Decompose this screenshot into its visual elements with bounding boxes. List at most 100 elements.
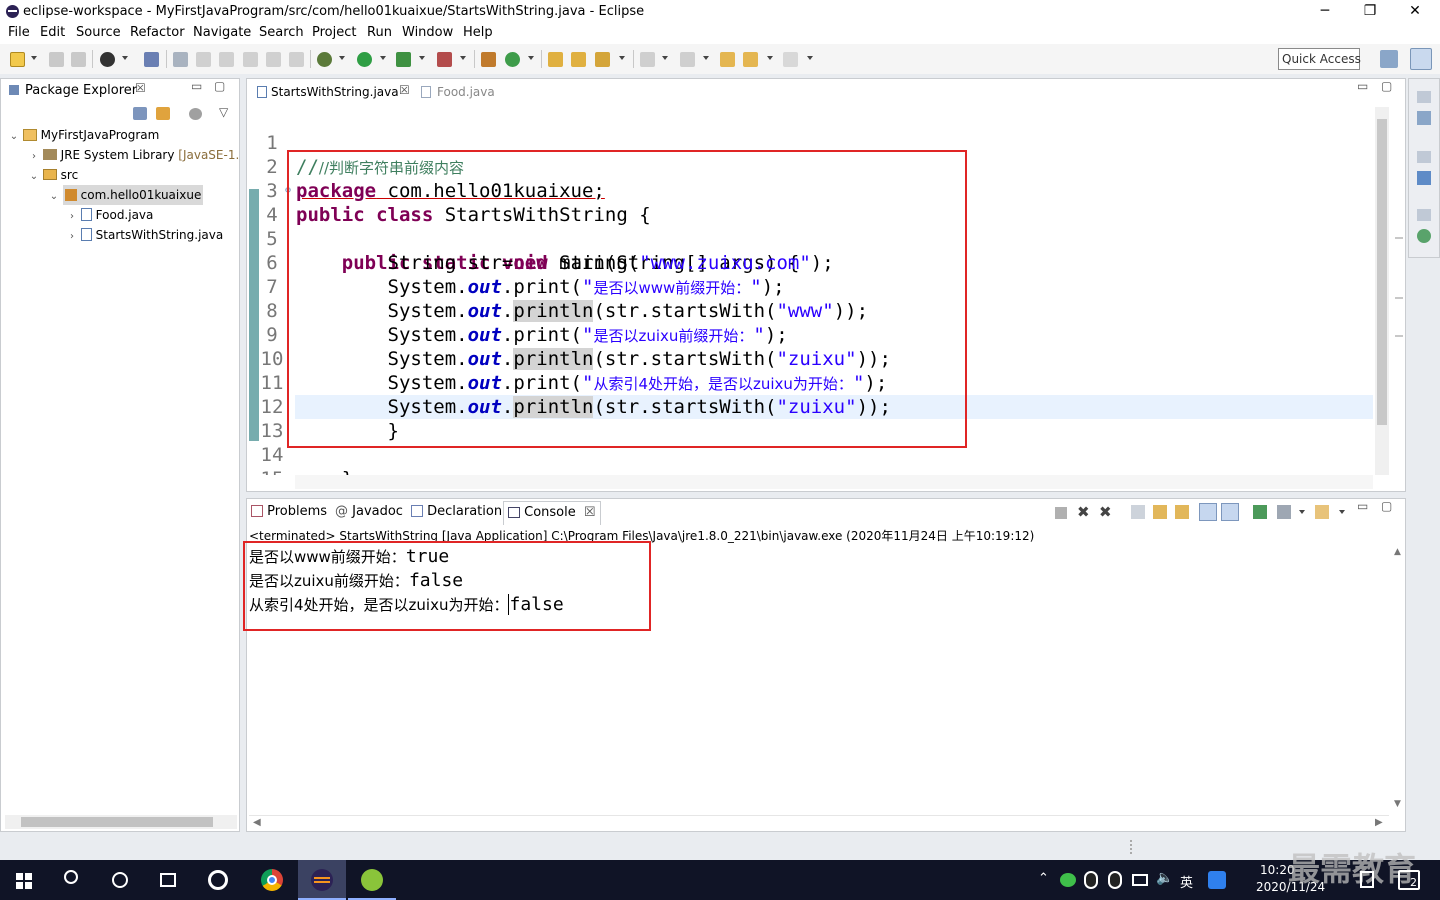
back-icon[interactable]	[743, 52, 758, 67]
network-icon[interactable]	[1132, 874, 1148, 886]
debug-tools-icon[interactable]	[100, 52, 115, 67]
show-console-on-stdout-icon[interactable]	[1199, 503, 1217, 521]
task-view-button[interactable]	[144, 860, 192, 900]
toggle-breakpoints-icon[interactable]	[144, 52, 159, 67]
wechat-icon[interactable]	[1060, 873, 1076, 887]
editor-vertical-scrollbar[interactable]	[1375, 107, 1389, 475]
tab-problems[interactable]: Problems	[251, 503, 327, 523]
tree-item-jre[interactable]: › JRE System Library [JavaSE-1.	[29, 145, 239, 165]
console-horizontal-scrollbar[interactable]: ◀ ▶	[249, 815, 1389, 829]
display-console-dropdown-icon[interactable]	[1299, 510, 1305, 514]
scrollbar-thumb[interactable]	[1377, 119, 1387, 425]
restore-icon[interactable]	[1417, 91, 1431, 103]
minimize-button[interactable]: ─	[1302, 0, 1348, 24]
maximize-panel-icon[interactable]: ▢	[1381, 499, 1392, 513]
debug-tools-dropdown-icon[interactable]	[122, 56, 128, 60]
next-annotation-dropdown-icon[interactable]	[662, 56, 668, 60]
expand-icon[interactable]: ›	[29, 147, 39, 167]
start-button[interactable]	[0, 860, 48, 900]
outline-icon[interactable]	[1417, 171, 1431, 185]
menu-edit[interactable]: Edit	[40, 25, 65, 40]
external-tools-icon[interactable]	[437, 52, 452, 67]
scrollbar-thumb[interactable]	[21, 817, 213, 827]
edit-icon[interactable]	[196, 52, 211, 67]
tree-item-src[interactable]: ⌄ src	[29, 165, 78, 185]
tab-console[interactable]: Console ☒	[503, 501, 601, 525]
restore-icon[interactable]	[1417, 151, 1431, 163]
search-icon[interactable]	[595, 52, 610, 67]
terminate-icon[interactable]	[1055, 507, 1067, 519]
collapse-all-icon[interactable]	[133, 107, 147, 120]
editor-horizontal-scrollbar[interactable]	[295, 475, 1373, 489]
save-icon[interactable]	[49, 52, 64, 67]
new-dropdown-icon[interactable]	[31, 56, 37, 60]
tab-javadoc[interactable]: @ Javadoc	[335, 503, 403, 523]
menu-help[interactable]: Help	[463, 25, 493, 40]
taskbar-app-chrome[interactable]	[248, 860, 296, 900]
new-java-class-dropdown-icon[interactable]	[528, 56, 534, 60]
tree-item-food-java[interactable]: › Food.java	[67, 205, 153, 225]
previous-annotation-dropdown-icon[interactable]	[703, 56, 709, 60]
block-selection-icon[interactable]	[219, 52, 234, 67]
open-console-icon[interactable]	[1315, 505, 1329, 519]
java-perspective-icon[interactable]	[1410, 48, 1432, 70]
forward-icon[interactable]	[783, 52, 798, 67]
taskbar-app-pinwheel[interactable]	[194, 860, 242, 900]
maximize-view-icon[interactable]: ▢	[214, 79, 225, 93]
cortana-button[interactable]	[96, 860, 144, 900]
task-list-icon[interactable]	[1417, 111, 1431, 125]
tree-item-package[interactable]: ⌄ com.hello01kuaixue	[49, 185, 204, 207]
collapse-icon[interactable]: ⌄	[29, 167, 39, 187]
collapse-icon[interactable]: ⌄	[9, 127, 19, 147]
expand-icon[interactable]: ›	[67, 227, 77, 247]
mark-occurrences-icon[interactable]	[173, 52, 188, 67]
volume-icon[interactable]: 🔈	[1156, 870, 1173, 886]
menu-window[interactable]: Window	[402, 25, 453, 40]
maximize-button[interactable]: ❐	[1347, 0, 1393, 24]
minimize-editor-icon[interactable]: ▭	[1357, 79, 1368, 93]
open-perspective-icon[interactable]	[1380, 50, 1398, 68]
view-menu-icon[interactable]: ▽	[219, 105, 228, 119]
pin-console-icon[interactable]	[1253, 505, 1267, 519]
open-console-dropdown-icon[interactable]	[1339, 510, 1345, 514]
menu-source[interactable]: Source	[76, 25, 121, 40]
display-selected-console-icon[interactable]	[1277, 505, 1291, 519]
word-wrap-icon[interactable]	[243, 52, 258, 67]
menu-project[interactable]: Project	[312, 25, 356, 40]
view-menu-options-icon[interactable]	[189, 108, 202, 120]
remove-all-terminated-icon[interactable]: ✖	[1099, 503, 1112, 521]
previous-annotation-icon[interactable]	[680, 52, 695, 67]
link-with-editor-icon[interactable]	[156, 107, 170, 120]
coverage-icon[interactable]	[396, 52, 411, 67]
minimize-view-icon[interactable]: ▭	[191, 79, 202, 93]
open-task-icon[interactable]	[571, 52, 586, 67]
ime-indicator[interactable]: 英	[1180, 872, 1193, 891]
connect-mylyn-icon[interactable]	[1417, 229, 1431, 243]
console-vertical-scrollbar[interactable]: ▲ ▼	[1391, 543, 1405, 813]
tree-item-project[interactable]: ⌄ MyFirstJavaProgram	[9, 125, 160, 147]
maximize-editor-icon[interactable]: ▢	[1381, 79, 1392, 93]
show-whitespace-icon[interactable]	[266, 52, 281, 67]
new-icon[interactable]	[10, 52, 25, 67]
save-all-icon[interactable]	[71, 52, 86, 67]
taskbar-app-eclipse[interactable]	[298, 860, 346, 900]
close-view-icon[interactable]: ☒	[135, 81, 146, 95]
back-dropdown-icon[interactable]	[767, 56, 773, 60]
scroll-lock-icon[interactable]	[1153, 505, 1167, 519]
input-method-icon[interactable]	[1208, 871, 1226, 889]
external-tools-dropdown-icon[interactable]	[460, 56, 466, 60]
editor-tab-food[interactable]: Food.java	[419, 81, 509, 105]
qq-icon[interactable]	[1108, 871, 1122, 889]
menu-run[interactable]: Run	[367, 25, 392, 40]
menu-refactor[interactable]: Refactor	[130, 25, 185, 40]
last-edit-location-icon[interactable]	[720, 52, 735, 67]
coverage-dropdown-icon[interactable]	[419, 56, 425, 60]
collapse-icon[interactable]: ⌄	[49, 187, 59, 207]
open-type-icon[interactable]	[548, 52, 563, 67]
run-dropdown-icon[interactable]	[380, 56, 386, 60]
close-tab-icon[interactable]: ☒	[584, 505, 596, 520]
quick-access-input[interactable]: Quick Access	[1278, 48, 1361, 70]
close-button[interactable]: ✕	[1392, 0, 1438, 24]
menu-search[interactable]: Search	[259, 25, 304, 40]
show-hidden-icons[interactable]: ⌃	[1038, 871, 1049, 886]
